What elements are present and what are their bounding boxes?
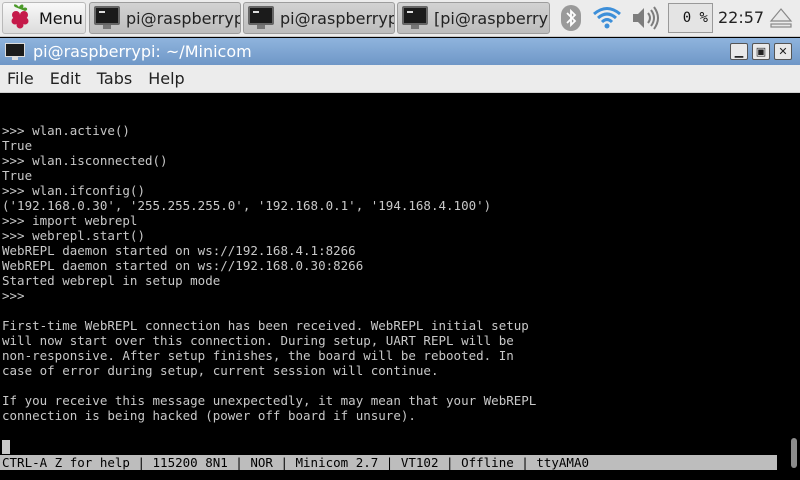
scrollbar[interactable]	[786, 94, 800, 480]
terminal-icon	[94, 6, 120, 30]
terminal-line: >>> wlan.active()	[2, 123, 130, 138]
terminal-icon	[402, 6, 428, 30]
taskbar-window-label: pi@raspberrypi...	[126, 8, 240, 28]
terminal-line: True	[2, 168, 33, 183]
terminal-line: WebREPL daemon started on ws://192.168.4…	[2, 243, 356, 258]
window-title: pi@raspberrypi: ~/Minicom	[33, 42, 252, 61]
terminal-line: First-time WebREPL connection has been r…	[2, 318, 529, 333]
minicom-status-line: CTRL-A Z for help | 115200 8N1 | NOR | M…	[0, 455, 777, 470]
terminal-line: WebREPL daemon started on ws://192.168.0…	[2, 258, 364, 273]
terminal-line: will now start over this connection. Dur…	[2, 333, 514, 348]
taskbar-window-button-1[interactable]: pi@raspberrypi...	[89, 2, 241, 34]
scrollbar-thumb[interactable]	[791, 438, 797, 468]
terminal-icon	[5, 42, 25, 61]
terminal-output: >>> wlan.active() True >>> wlan.isconnecte…	[2, 123, 536, 423]
taskbar-window-label: [pi@raspberrypi...	[434, 8, 549, 28]
volume-icon[interactable]	[630, 4, 662, 32]
terminal-line: >>>	[2, 288, 25, 303]
taskbar-window-button-2[interactable]: pi@raspberrypi...	[243, 2, 395, 34]
terminal-line: case of error during setup, current sess…	[2, 363, 439, 378]
eject-icon[interactable]	[768, 6, 794, 30]
menu-file[interactable]: File	[0, 69, 42, 88]
terminal-icon	[248, 6, 274, 30]
bluetooth-icon[interactable]	[559, 4, 583, 32]
terminal-line: >>> import webrepl	[2, 213, 138, 228]
terminal-line: >>> webrepl.start()	[2, 228, 145, 243]
menu-tabs[interactable]: Tabs	[89, 69, 140, 88]
terminal-area[interactable]: >>> wlan.active() True >>> wlan.isconnecte…	[0, 94, 786, 480]
text-cursor	[2, 440, 10, 454]
taskbar-window-button-3[interactable]: [pi@raspberrypi...	[397, 2, 550, 34]
terminal-line: Started webrepl in setup mode	[2, 273, 221, 288]
clock[interactable]: 22:57	[718, 8, 764, 30]
terminal-line: non-responsive. After setup finishes, th…	[2, 348, 514, 363]
terminal-line: If you receive this message unexpectedly…	[2, 393, 537, 408]
cpu-usage-value: 0 %	[682, 10, 708, 26]
taskbar: Menu pi@raspberrypi... pi@raspberrypi...…	[0, 0, 800, 37]
window-titlebar[interactable]: pi@raspberrypi: ~/Minicom	[0, 38, 800, 65]
close-button[interactable]: ✕	[774, 43, 792, 60]
terminal-line: connection is being hacked (power off bo…	[2, 408, 416, 423]
menubar: File Edit Tabs Help	[0, 65, 800, 93]
minimize-button[interactable]: ▁	[730, 43, 748, 60]
raspberry-icon	[7, 2, 33, 34]
cpu-usage-monitor[interactable]: 0 %	[668, 3, 713, 33]
menu-label: Menu	[39, 8, 83, 28]
wifi-icon[interactable]	[592, 4, 622, 32]
menu-help[interactable]: Help	[140, 69, 192, 88]
terminal-line: >>> wlan.isconnected()	[2, 153, 168, 168]
maximize-button[interactable]: ▣	[752, 43, 770, 60]
menu-button[interactable]: Menu	[2, 2, 86, 34]
terminal-line: >>> wlan.ifconfig()	[2, 183, 145, 198]
terminal-line: ('192.168.0.30', '255.255.255.0', '192.1…	[2, 198, 492, 213]
menu-edit[interactable]: Edit	[42, 69, 89, 88]
taskbar-window-label: pi@raspberrypi...	[280, 8, 394, 28]
terminal-line: True	[2, 138, 33, 153]
